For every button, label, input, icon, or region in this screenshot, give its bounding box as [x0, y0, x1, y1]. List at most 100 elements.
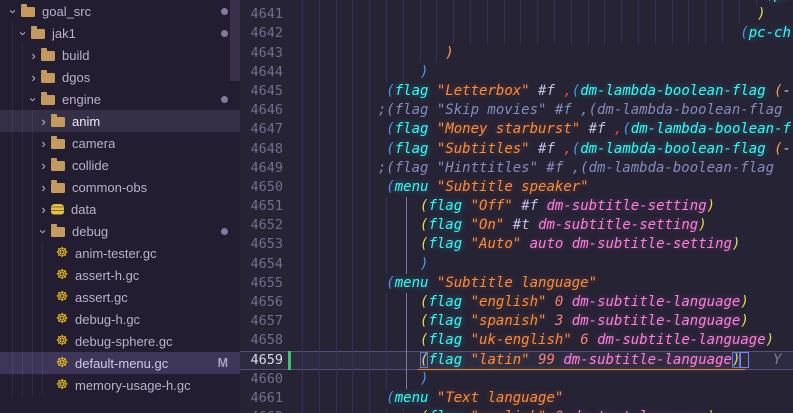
code-line-4641[interactable]: 4641 ) — [240, 5, 793, 24]
tree-item-jak1[interactable]: ›jak1 — [0, 22, 240, 44]
tree-item-common-obs[interactable]: ›common-obs — [0, 176, 240, 198]
chevron-down-icon[interactable]: › — [6, 4, 21, 19]
tree-item-debug-sphere-gc[interactable]: ☸debug-sphere.gc — [0, 330, 240, 352]
chevron-right-icon[interactable]: › — [26, 48, 41, 63]
token — [428, 121, 436, 137]
tree-indent-guide — [22, 374, 23, 396]
sidebar-scrollbar-thumb[interactable] — [230, 0, 240, 81]
indent-guide — [319, 5, 320, 24]
indent-guide — [537, 24, 538, 43]
code-line-4662[interactable]: 4662 (flag "english" 0 dm-text-language) — [240, 408, 793, 413]
code-editor[interactable]: 4640 (pc4641 )4642 (pc-ch4643 — [240, 0, 793, 413]
code-text: (flag "Letterbox" #f ,(dm-lambda-boolean… — [240, 82, 793, 101]
code-line-4655[interactable]: 4655 (menu "Subtitle language" — [240, 274, 793, 293]
code-line-4645[interactable]: 4645 (flag "Letterbox" #f ,(dm-lambda-bo… — [240, 82, 793, 101]
token: pc — [774, 0, 791, 3]
indent-guide — [302, 44, 303, 63]
code-line-4658[interactable]: 4658 (flag "uk-english" 6 dm-subtitle-la… — [240, 331, 793, 350]
token: dm-subtitle-setting — [547, 198, 707, 214]
indent-guide — [336, 389, 337, 408]
code-line-4648[interactable]: 4648 (flag "Subtitles" #f ,(dm-lambda-bo… — [240, 140, 793, 159]
indent-guide — [369, 389, 370, 408]
folder-icon — [21, 7, 35, 17]
chevron-right-icon[interactable]: › — [36, 114, 51, 129]
tree-item-label: anim-tester.gc — [75, 246, 157, 261]
indent-guide — [369, 370, 370, 389]
code-line-4652[interactable]: 4652 (flag "On" #t dm-subtitle-setting) — [240, 216, 793, 235]
code-line-4642[interactable]: 4642 (pc-ch — [240, 24, 793, 43]
token: ( — [774, 83, 782, 99]
tree-item-goal_src[interactable]: ›goal_src — [0, 0, 240, 22]
indent-guide — [319, 312, 320, 331]
tree-indent-guide — [32, 110, 33, 132]
tree-item-debug-h-gc[interactable]: ☸debug-h.gc — [0, 308, 240, 330]
code-text: (flag "english" 0 dm-text-language) — [240, 408, 793, 413]
token: "latin" — [471, 352, 530, 368]
goal-file-icon: ☸ — [54, 312, 70, 326]
tree-item-assert-h-gc[interactable]: ☸assert-h.gc — [0, 264, 240, 286]
tree-item-debug[interactable]: ›debug — [0, 220, 240, 242]
indent-guide — [369, 140, 370, 159]
tree-item-default-menu-gc[interactable]: ☸default-menu.gcM — [0, 352, 240, 374]
token: "Auto" — [471, 236, 522, 252]
code-line-4651[interactable]: 4651 (flag "Off" #f dm-subtitle-setting) — [240, 197, 793, 216]
chevron-right-icon[interactable]: › — [26, 70, 41, 85]
code-text: (menu "Text language" — [240, 389, 793, 408]
code-line-4647[interactable]: 4647 (flag "Money starburst" #f ,(dm-lam… — [240, 120, 793, 139]
folder-icon — [41, 73, 55, 83]
indent-guide — [336, 274, 337, 293]
tree-item-build[interactable]: ›build — [0, 44, 240, 66]
code-line-4657[interactable]: 4657 (flag "spanish" 3 dm-subtitle-langu… — [240, 312, 793, 331]
token: "Money starburst" — [437, 121, 580, 137]
token: ( — [386, 275, 394, 291]
chevron-right-icon[interactable]: › — [36, 136, 51, 151]
chevron-down-icon[interactable]: › — [26, 92, 41, 107]
explorer-sidebar: ›goal_src›jak1›build›dgos›engine›anim›ca… — [0, 0, 240, 413]
token: , — [563, 83, 571, 99]
token: flag — [428, 409, 462, 413]
indent-guide — [688, 5, 689, 24]
tree-item-dgos[interactable]: ›dgos — [0, 66, 240, 88]
tree-item-anim-tester-gc[interactable]: ☸anim-tester.gc — [0, 242, 240, 264]
tree-item-collide[interactable]: ›collide — [0, 154, 240, 176]
chevron-down-icon[interactable]: › — [16, 26, 31, 41]
code-line-4649[interactable]: 4649 ;(flag "Hinttitles" #f ,(dm-lambda-… — [240, 159, 793, 178]
token — [462, 313, 470, 329]
code-line-4653[interactable]: 4653 (flag "Auto" auto dm-subtitle-setti… — [240, 235, 793, 254]
indent-guide — [352, 235, 353, 254]
indent-guide — [302, 63, 303, 82]
code-line-4643[interactable]: 4643 ) — [240, 44, 793, 63]
code-text: (flag "Off" #f dm-subtitle-setting) — [240, 197, 793, 216]
tree-item-assert-gc[interactable]: ☸assert.gc — [0, 286, 240, 308]
tree-item-camera[interactable]: ›camera — [0, 132, 240, 154]
indent-guide — [352, 351, 353, 370]
code-line-4660[interactable]: 4660 ) — [240, 370, 793, 389]
chevron-right-icon[interactable]: › — [36, 158, 51, 173]
code-line-4656[interactable]: 4656 (flag "english" 0 dm-subtitle-langu… — [240, 293, 793, 312]
indent-guide — [336, 82, 337, 101]
token — [428, 141, 436, 157]
tree-indent-guide — [42, 308, 43, 330]
chevron-right-icon[interactable]: › — [36, 180, 51, 195]
chevron-right-icon[interactable]: › — [36, 202, 51, 217]
token: ( — [766, 0, 774, 3]
tree-item-memory-usage-h-gc[interactable]: ☸memory-usage-h.gc — [0, 374, 240, 396]
line-number: 4647 — [240, 120, 283, 139]
code-line-4654[interactable]: 4654 ) — [240, 255, 793, 274]
active-indent-guide — [406, 216, 407, 235]
code-line-4659[interactable]: 4659 (flag "latin" 99 dm-subtitle-langua… — [240, 351, 793, 370]
code-line-4644[interactable]: 4644 ) — [240, 63, 793, 82]
tree-item-engine[interactable]: ›engine — [0, 88, 240, 110]
indent-guide — [319, 178, 320, 197]
code-line-4646[interactable]: 4646 ;(flag "Skip movies" #f ,(dm-lambda… — [240, 101, 793, 120]
tree-item-anim[interactable]: ›anim — [0, 110, 240, 132]
indent-guide — [688, 24, 689, 43]
code-line-4661[interactable]: 4661 (menu "Text language" — [240, 389, 793, 408]
token: dm-subtitle-language — [572, 313, 741, 329]
code-line-4650[interactable]: 4650 (menu "Subtitle speaker" — [240, 178, 793, 197]
tree-item-data[interactable]: ›data — [0, 198, 240, 220]
chevron-down-icon[interactable]: › — [36, 224, 51, 239]
token: dm-subtitle-language — [572, 294, 741, 310]
indent-guide — [722, 5, 723, 24]
line-number: 4653 — [240, 235, 283, 254]
